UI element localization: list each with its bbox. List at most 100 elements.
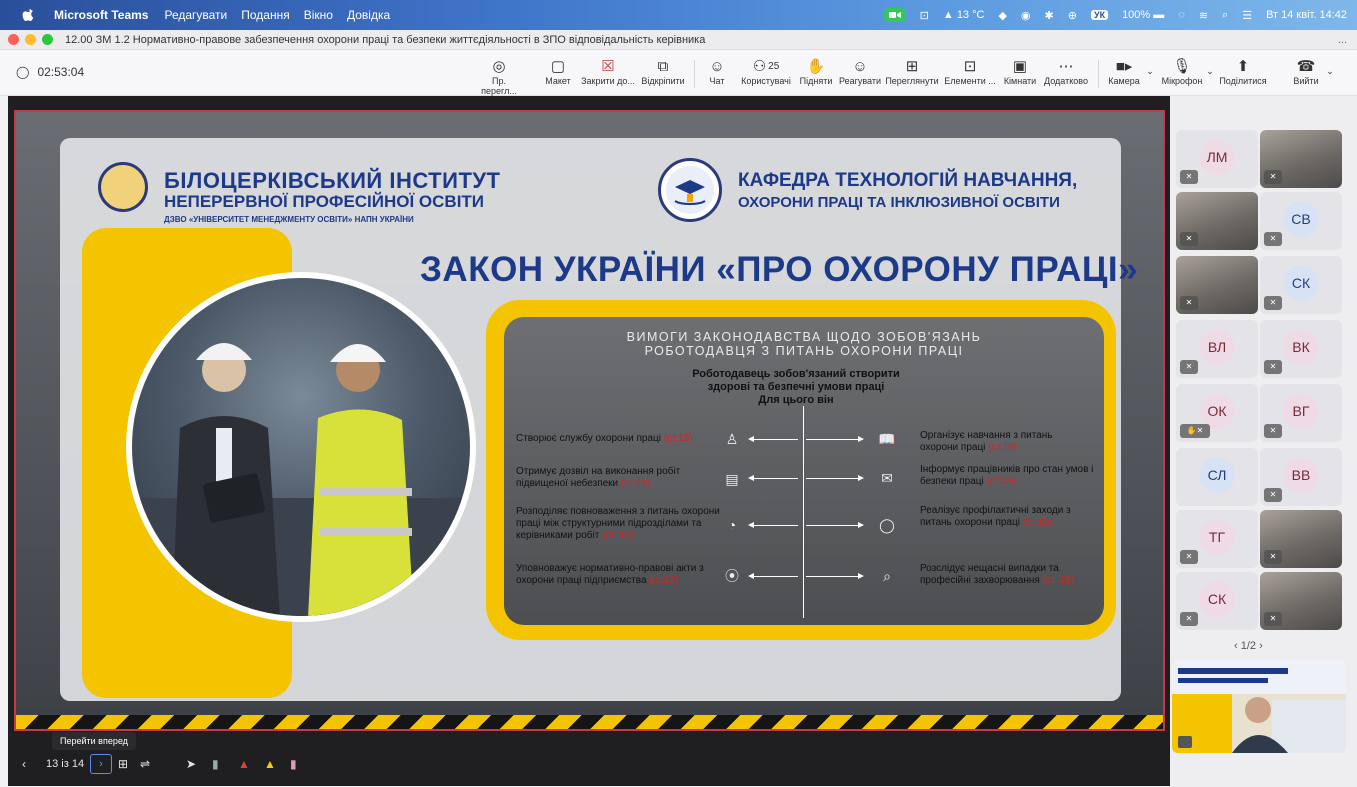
highlighter-icon[interactable]: ▲ (264, 757, 276, 771)
participant-initials: СК (1199, 581, 1235, 618)
left-item-2: Отримує дозвіл на виконання робіт підвищ… (516, 466, 716, 490)
diagram-axis (803, 406, 804, 618)
pager-next-icon[interactable]: › (1259, 640, 1263, 652)
share-button[interactable]: ⬆ Поділитися (1218, 56, 1268, 86)
participant-tile[interactable]: ВГ ✕ (1260, 384, 1342, 442)
minimize-window-button[interactable] (25, 34, 36, 45)
participant-tile[interactable]: СЛ (1176, 448, 1258, 506)
participant-tile[interactable]: ЛМ ✕ (1176, 130, 1258, 188)
rooms-button[interactable]: ▣ Кімнати (1000, 56, 1040, 86)
participant-video-tile[interactable]: ✕ (1260, 572, 1342, 630)
account-icon[interactable]: ⊕ (1068, 9, 1077, 22)
menu-bar: Microsoft Teams Редагувати Подання Вікно… (0, 0, 1357, 30)
microphone-icon: 🎙 (1172, 58, 1192, 75)
keyboard-layout[interactable]: УК (1090, 10, 1109, 20)
vpn-icon[interactable]: ◆ (998, 9, 1006, 22)
mic-muted-icon: ✕ (1264, 360, 1282, 374)
mic-muted-icon: ✕ (1264, 550, 1282, 564)
participant-tile[interactable]: ВК ✕ (1260, 320, 1342, 378)
item-ref: (ст.18) (988, 442, 1018, 453)
camera-options-chevron-icon[interactable]: ⌄ (1144, 66, 1156, 77)
laser-pen-icon[interactable]: ▲ (238, 757, 250, 771)
shield-timer-icon: ◯ (16, 65, 30, 79)
participant-tile[interactable]: СК ✕ (1260, 256, 1342, 314)
participant-tile[interactable]: СВ ✕ (1260, 192, 1342, 250)
button-label: Відкріпити (641, 76, 685, 86)
connector-left-3 (748, 522, 798, 528)
participant-initials: ВЛ (1199, 329, 1235, 366)
apps-button[interactable]: ⊡ Елементи ... (942, 56, 998, 86)
button-label: Пр. перегл... (481, 76, 517, 96)
menu-edit[interactable]: Редагувати (164, 8, 227, 22)
screen-record-icon[interactable]: ⊡ (920, 9, 929, 22)
grid-view-icon[interactable]: ⊞ (118, 757, 128, 771)
presentation-slide: БІЛОЦЕРКІВСЬКИЙ ІНСТИТУТ НЕПЕРЕРВНОЇ ПРО… (14, 110, 1165, 731)
participant-video-tile[interactable]: ✕ (1260, 510, 1342, 568)
react-button[interactable]: ☺ Реагувати (838, 56, 882, 87)
maximize-window-button[interactable] (42, 34, 53, 45)
mic-options-chevron-icon[interactable]: ⌄ (1204, 66, 1216, 77)
wifi-icon[interactable]: ≋ (1199, 9, 1208, 22)
menu-window[interactable]: Вікно (304, 8, 333, 22)
weather-text: 13 °C (956, 9, 985, 21)
previous-slide-button[interactable]: ‹ (22, 757, 26, 771)
participant-tile[interactable]: ТГ ✕ (1176, 510, 1258, 568)
participant-video-tile[interactable]: ✕ (1260, 130, 1342, 188)
pager-prev-icon[interactable]: ‹ (1234, 640, 1238, 652)
microphone-button[interactable]: 🎙 Мікрофон (1158, 56, 1206, 86)
camera-status-icon[interactable] (883, 8, 906, 22)
left-item-1: Створює службу охорони праці (ст.15) (516, 433, 721, 445)
layout-button[interactable]: ▢ Макет (540, 56, 576, 86)
participant-video-tile[interactable]: ✕ (1176, 192, 1258, 250)
participant-tile[interactable]: ОК ✋✕ (1176, 384, 1258, 442)
search-icon[interactable]: ⌕ (1222, 9, 1228, 22)
button-label: Закрити до... (581, 76, 635, 86)
leave-button[interactable]: ☎ Вийти (1286, 56, 1326, 86)
menu-view[interactable]: Подання (241, 8, 289, 22)
settings-sliders-icon[interactable]: ⇌ (140, 757, 150, 771)
more-options-icon[interactable]: ... (1338, 34, 1347, 46)
eraser-icon[interactable]: ▮ (290, 757, 297, 771)
datetime[interactable]: Вт 14 квіт. 14:42 (1266, 9, 1347, 21)
presenter-pip-video[interactable] (1172, 660, 1346, 753)
book-icon: 📖 (878, 431, 896, 447)
raise-hand-button[interactable]: ✋ Підняти (797, 56, 835, 86)
camera-button[interactable]: ■▸ Камера (1104, 56, 1144, 86)
focus-icon[interactable]: ◌ (1178, 9, 1185, 21)
more-button[interactable]: ⋯ Додатково (1042, 56, 1090, 86)
mic-muted-icon: ✕ (1180, 612, 1198, 626)
pointer-tool-icon[interactable]: ➤ (186, 757, 196, 771)
button-label: Кімнати (1003, 76, 1037, 86)
view-button[interactable]: ⊞ Переглянути (884, 56, 940, 86)
menu-help[interactable]: Довідка (347, 8, 390, 22)
employer-line1: Роботодавець зобов'язаний створити (692, 368, 900, 380)
bluetooth-icon[interactable]: ✱ (1045, 9, 1054, 22)
mic-muted-icon: ✕ (1180, 360, 1198, 374)
chat-button[interactable]: ☺ Чат (704, 56, 730, 87)
close-x-icon: ☒ (601, 58, 615, 75)
participant-tile[interactable]: ВЛ ✕ (1176, 320, 1258, 378)
shield-icon[interactable]: ◉ (1021, 9, 1031, 22)
participant-tile[interactable]: ВВ ✕ (1260, 448, 1342, 506)
battery-status[interactable]: 100% ▬ (1122, 9, 1164, 21)
app-menu[interactable]: Microsoft Teams (54, 8, 148, 22)
camera-icon: ■▸ (1115, 58, 1133, 75)
participant-video-tile[interactable]: ✕ (1176, 256, 1258, 314)
mic-muted-icon: ✕ (1264, 488, 1282, 502)
people-button[interactable]: ⚇ 25 Користувачі (737, 56, 795, 86)
leave-options-chevron-icon[interactable]: ⌄ (1324, 66, 1336, 77)
next-slide-button[interactable]: › (90, 754, 112, 774)
live-preview-button[interactable]: ◎ Пр. перегл... (476, 56, 522, 96)
control-center-icon[interactable]: ☰ (1242, 9, 1252, 22)
employer-statement: Роботодавець зобов'язаний створити здоро… (666, 368, 926, 407)
weather-widget[interactable]: ▲ 13 °C (943, 9, 985, 21)
close-button[interactable]: ☒ Закрити до... (578, 56, 638, 86)
unpin-button[interactable]: ⧉ Відкріпити (638, 56, 688, 87)
pen-tool-icon[interactable]: ▮ (212, 757, 219, 771)
apple-icon[interactable] (20, 7, 36, 23)
requirements-heading-line2: РОБОТОДАВЦЯ З ПИТАНЬ ОХОРОНИ ПРАЦІ (644, 344, 964, 358)
pie-chart-icon: ◔ (727, 517, 737, 533)
close-window-button[interactable] (8, 34, 19, 45)
participant-tile[interactable]: СК ✕ (1176, 572, 1258, 630)
shared-content-stage: БІЛОЦЕРКІВСЬКИЙ ІНСТИТУТ НЕПЕРЕРВНОЇ ПРО… (8, 96, 1170, 786)
